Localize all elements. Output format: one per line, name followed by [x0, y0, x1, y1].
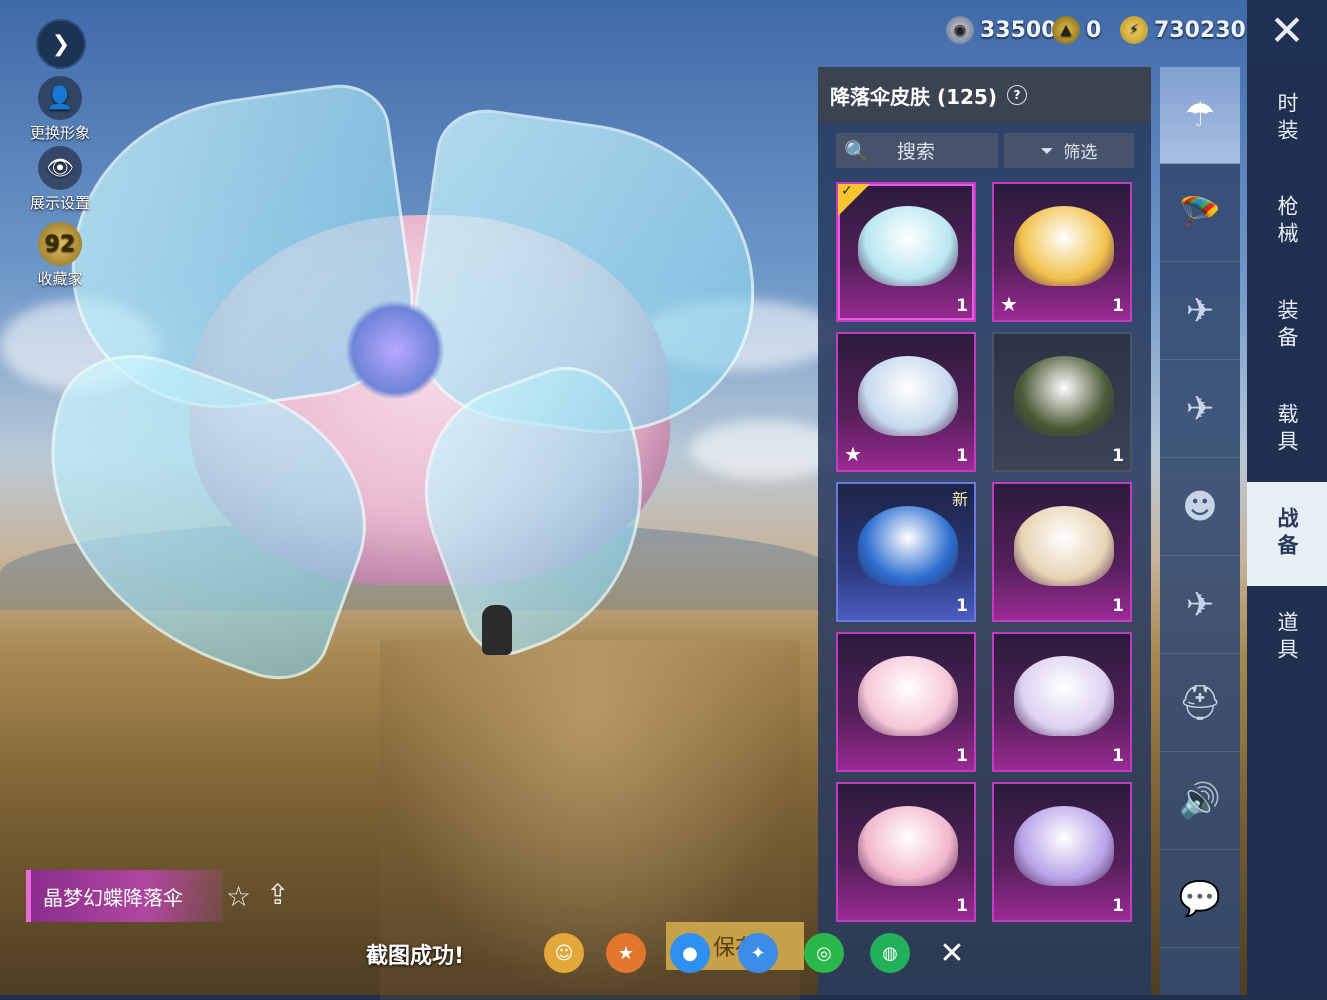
- item-name-label: 晶梦幻蝶降落伞: [43, 885, 183, 910]
- item-card[interactable]: 1: [992, 332, 1132, 472]
- wechat-icon[interactable]: ◎: [804, 933, 844, 973]
- person-icon: 👤: [38, 76, 82, 120]
- qq-icon[interactable]: ●: [670, 933, 710, 973]
- collector-badge-icon: 92: [38, 222, 82, 266]
- parachute-icon[interactable]: ☂: [1160, 67, 1240, 164]
- item-thumbnail: [858, 506, 958, 586]
- item-thumbnail: [1014, 206, 1114, 286]
- item-quantity: 1: [956, 896, 968, 916]
- item-card[interactable]: 1: [992, 632, 1132, 772]
- emote-icon[interactable]: ☻: [1160, 459, 1240, 556]
- filter-button[interactable]: ⏷ 筛选: [1004, 133, 1134, 168]
- chevron-right-icon: ❯: [51, 31, 71, 57]
- butterfly-body: [345, 300, 445, 400]
- skydive-icon[interactable]: 🪂: [1160, 165, 1240, 262]
- share-icon[interactable]: ⇪: [266, 878, 289, 911]
- plane-trail-icon[interactable]: ✈: [1160, 263, 1240, 360]
- panel-header: 降落伞皮肤 (125) ?: [818, 67, 1151, 123]
- coupon-icon: ⚡: [1120, 16, 1148, 44]
- chat-icon[interactable]: 💬: [1160, 851, 1240, 948]
- coupon-currency: ⚡ 730230: [1120, 13, 1246, 47]
- qzone-icon[interactable]: ✦: [738, 933, 778, 973]
- selected-item-name: 晶梦幻蝶降落伞: [26, 870, 223, 922]
- item-thumbnail: [858, 206, 958, 286]
- item-thumbnail: [858, 806, 958, 886]
- item-quantity: 1: [1112, 446, 1124, 466]
- item-thumbnail: [858, 356, 958, 436]
- help-icon[interactable]: ?: [1007, 85, 1027, 105]
- airplane-icon[interactable]: ✈: [1160, 361, 1240, 458]
- moments-icon[interactable]: ◍: [870, 933, 910, 973]
- glider-icon[interactable]: ✈: [1160, 557, 1240, 654]
- gold-badge-amount: 0: [1086, 17, 1102, 43]
- tab-equipment[interactable]: 装备: [1247, 274, 1327, 378]
- item-card[interactable]: 1: [992, 782, 1132, 922]
- check-icon: ✓: [841, 183, 853, 199]
- coupon-amount: 730230: [1154, 17, 1246, 43]
- avatar-share-icon[interactable]: ☺: [544, 933, 584, 973]
- item-quantity: 1: [1112, 296, 1124, 316]
- collector-level: 92: [44, 231, 76, 257]
- item-thumbnail: [1014, 806, 1114, 886]
- tab-weapons[interactable]: 枪械: [1247, 170, 1327, 274]
- item-card[interactable]: ✓ 1: [836, 182, 976, 322]
- tab-fashion[interactable]: 时装: [1247, 67, 1327, 171]
- close-icon: ✕: [1269, 5, 1305, 55]
- change-avatar-label: 更换形象: [29, 124, 90, 142]
- sound-icon[interactable]: 🔊: [1160, 753, 1240, 850]
- screenshot-toast: 截图成功!: [366, 944, 465, 969]
- item-quantity: 1: [956, 296, 968, 316]
- star-icon: ★: [1000, 292, 1018, 316]
- filter-icon: ⏷: [1040, 140, 1054, 160]
- close-button[interactable]: ✕: [1247, 0, 1327, 60]
- search-label: 搜索: [896, 141, 935, 163]
- gold-badge-currency: ▲ 0: [1052, 13, 1101, 47]
- star-icon: ★: [844, 442, 862, 466]
- display-settings-label: 展示设置: [29, 194, 90, 212]
- item-quantity: 1: [1112, 896, 1124, 916]
- close-share-icon[interactable]: ✕: [933, 934, 971, 972]
- item-quantity: 1: [1112, 746, 1124, 766]
- item-thumbnail: [1014, 506, 1114, 586]
- item-quantity: 1: [1112, 596, 1124, 616]
- item-card[interactable]: 新1: [836, 482, 976, 622]
- tab-vehicles[interactable]: 载具: [1247, 378, 1327, 482]
- silver-coin-icon: ◉: [946, 16, 974, 44]
- helmet-icon[interactable]: ⛑: [1160, 655, 1240, 752]
- item-card[interactable]: ★ 1: [836, 332, 976, 472]
- display-settings-button[interactable]: 👁 展示设置: [24, 146, 96, 213]
- item-thumbnail: [1014, 356, 1114, 436]
- item-card[interactable]: 1: [836, 632, 976, 772]
- player-character: [482, 605, 512, 655]
- gold-badge-icon: ▲: [1052, 16, 1080, 44]
- collector-button[interactable]: 92 收藏家: [24, 222, 96, 289]
- panel-title: 降落伞皮肤 (125): [830, 84, 997, 109]
- tab-battle-gear[interactable]: 战备: [1247, 482, 1327, 586]
- eye-icon: 👁: [38, 146, 82, 190]
- search-icon: 🔍: [844, 138, 869, 163]
- silver-amount: 33500: [980, 17, 1057, 43]
- item-card[interactable]: 1: [836, 782, 976, 922]
- expand-arrow-button[interactable]: ❯: [36, 19, 86, 69]
- collector-label: 收藏家: [37, 270, 83, 288]
- filter-label: 筛选: [1063, 143, 1098, 163]
- game-share-icon[interactable]: ★: [606, 933, 646, 973]
- item-thumbnail: [858, 656, 958, 736]
- silver-currency: ◉ 33500: [946, 13, 1057, 47]
- item-card[interactable]: 1: [992, 482, 1132, 622]
- item-quantity: 1: [956, 446, 968, 466]
- tab-items[interactable]: 道具: [1247, 586, 1327, 690]
- new-badge: 新: [951, 490, 968, 509]
- change-avatar-button[interactable]: 👤 更换形象: [24, 76, 96, 143]
- search-button[interactable]: 🔍 搜索: [836, 133, 998, 168]
- item-thumbnail: [1014, 656, 1114, 736]
- item-quantity: 1: [956, 596, 968, 616]
- item-card[interactable]: ★ 1: [992, 182, 1132, 322]
- favorite-star-icon[interactable]: ☆: [226, 880, 251, 913]
- item-quantity: 1: [956, 746, 968, 766]
